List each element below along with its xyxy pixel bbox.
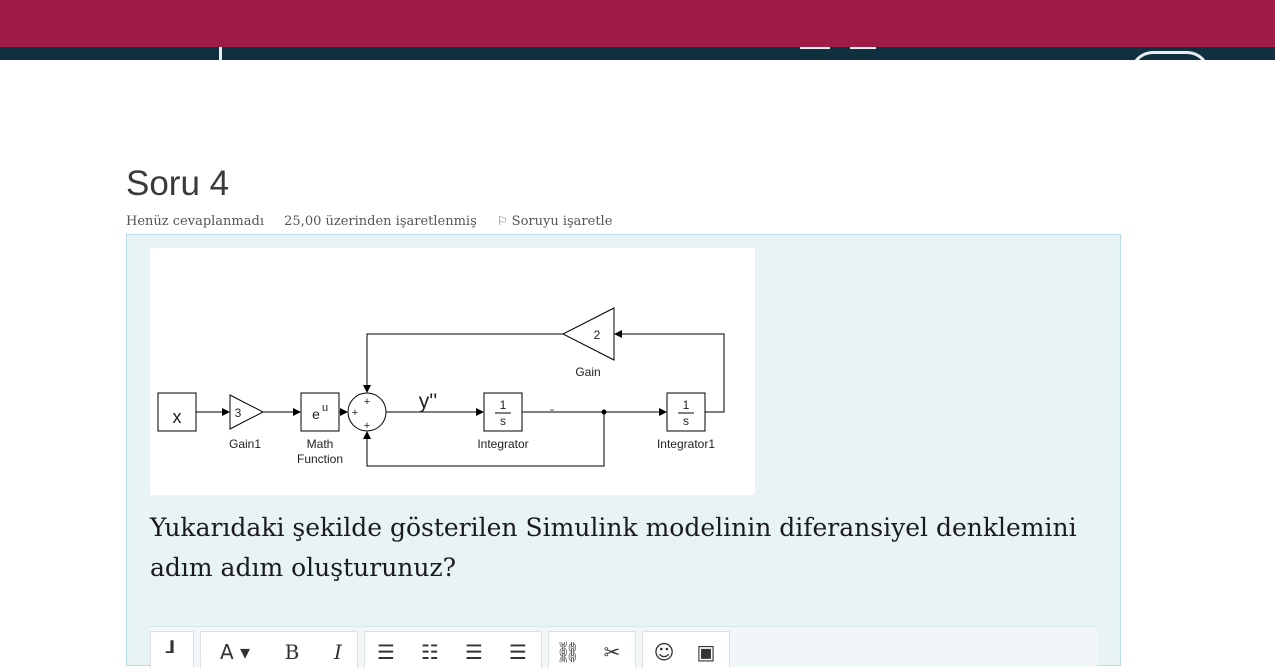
- integrator1-den: s: [683, 414, 689, 428]
- header-bar: [0, 0, 1275, 47]
- sum-sign-bottom: +: [364, 420, 370, 432]
- unlink-icon[interactable]: ✂: [599, 638, 625, 666]
- avatar-icon[interactable]: [1130, 51, 1210, 60]
- toolbar-group-links: ⛓ ✂: [548, 631, 636, 668]
- question-title: Soru 4: [126, 164, 230, 203]
- signal-label: y'': [419, 390, 438, 413]
- navbar-logo-fragment: [800, 47, 830, 49]
- integrator-den: s: [500, 414, 506, 428]
- sum-sign-left: +: [352, 407, 358, 419]
- branch-point: [601, 409, 607, 415]
- question-content: x 3 Gain1 e u Math Function + + + y'' 1 …: [126, 234, 1121, 668]
- bold-icon[interactable]: B: [279, 638, 305, 666]
- question-status: Henüz cevaplanmadı: [126, 214, 264, 229]
- toolbar-group-format: A ▾ B I: [200, 631, 358, 668]
- math-exponent: u: [322, 402, 328, 414]
- indent-icon[interactable]: ☰: [505, 638, 531, 666]
- gain-label: Gain: [575, 365, 600, 379]
- numbered-list-icon[interactable]: ☷: [417, 638, 443, 666]
- simulink-diagram: x 3 Gain1 e u Math Function + + + y'' 1 …: [157, 307, 725, 467]
- integrator1-num: 1: [683, 398, 690, 412]
- gain1-label: Gain1: [229, 437, 261, 451]
- math-function-block: [300, 392, 340, 432]
- math-label-2: Function: [297, 452, 343, 466]
- image-icon[interactable]: ▣: [693, 638, 719, 666]
- feedback-line: [363, 333, 563, 393]
- math-base: e: [312, 406, 320, 422]
- outdent-icon[interactable]: ☰: [461, 638, 487, 666]
- editor-toolbar: ┚ A ▾ B I ☰ ☷ ☰ ☰ ⛓ ✂ ☺ ▣: [150, 626, 1097, 668]
- sum-sign-top: +: [364, 396, 370, 408]
- dash-label: -: [550, 402, 554, 416]
- gain-block: [561, 307, 615, 361]
- font-size-icon[interactable]: A ▾: [211, 638, 259, 666]
- link-icon[interactable]: ⛓: [555, 638, 581, 666]
- flag-question-link[interactable]: ⚐ Soruyu işaretle: [497, 214, 629, 229]
- gain1-value: 3: [235, 406, 242, 420]
- paragraph-icon[interactable]: ┚: [159, 638, 185, 666]
- question-text: Yukarıdaki şekilde gösterilen Simulink m…: [150, 513, 1077, 582]
- bullet-list-icon[interactable]: ☰: [373, 638, 399, 666]
- toolbar-group-paragraph: ┚: [150, 631, 194, 668]
- navbar-logo-fragment: [850, 47, 876, 49]
- toolbar-group-media: ☺ ▣: [642, 631, 730, 668]
- navbar-divider: [219, 47, 222, 60]
- italic-icon[interactable]: I: [325, 638, 351, 666]
- math-label: Math: [307, 437, 334, 451]
- question-info: Henüz cevaplanmadı 25,00 üzerinden işare…: [126, 212, 644, 231]
- integrator-num: 1: [500, 398, 507, 412]
- question-marks: 25,00 üzerinden işaretlenmiş: [284, 214, 477, 229]
- simulink-diagram-image: x 3 Gain1 e u Math Function + + + y'' 1 …: [150, 248, 755, 495]
- integrator-label: Integrator: [477, 437, 528, 451]
- integrator1-label: Integrator1: [657, 437, 715, 451]
- navbar-band: [0, 47, 1275, 60]
- emoji-icon[interactable]: ☺: [651, 638, 677, 666]
- gain-value: 2: [594, 328, 601, 342]
- flag-question-label: Soruyu işaretle: [511, 214, 613, 229]
- flag-icon: ⚐: [496, 214, 508, 228]
- toolbar-group-lists: ☰ ☷ ☰ ☰: [364, 631, 542, 668]
- input-label: x: [173, 407, 182, 427]
